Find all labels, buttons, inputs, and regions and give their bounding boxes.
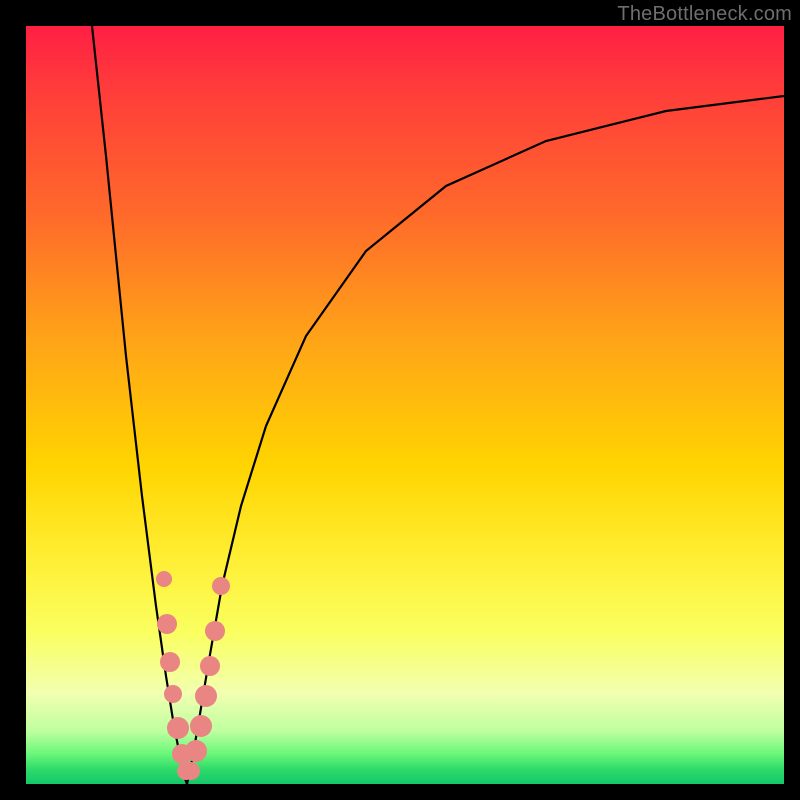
- watermark-text: TheBottleneck.com: [617, 3, 792, 26]
- chart-svg: [26, 26, 784, 784]
- curve-right-branch: [187, 96, 784, 784]
- data-point-marker: [190, 715, 212, 737]
- data-point-marker: [167, 717, 189, 739]
- data-point-marker: [157, 614, 177, 634]
- data-point-marker: [156, 571, 172, 587]
- data-point-marker: [195, 685, 217, 707]
- data-point-marker: [200, 656, 220, 676]
- data-point-marker: [212, 577, 230, 595]
- data-point-marker: [182, 762, 200, 780]
- chart-plot-area: [26, 26, 784, 784]
- data-point-marker: [185, 740, 207, 762]
- data-point-marker: [160, 652, 180, 672]
- data-point-marker: [205, 621, 225, 641]
- data-point-marker: [164, 685, 182, 703]
